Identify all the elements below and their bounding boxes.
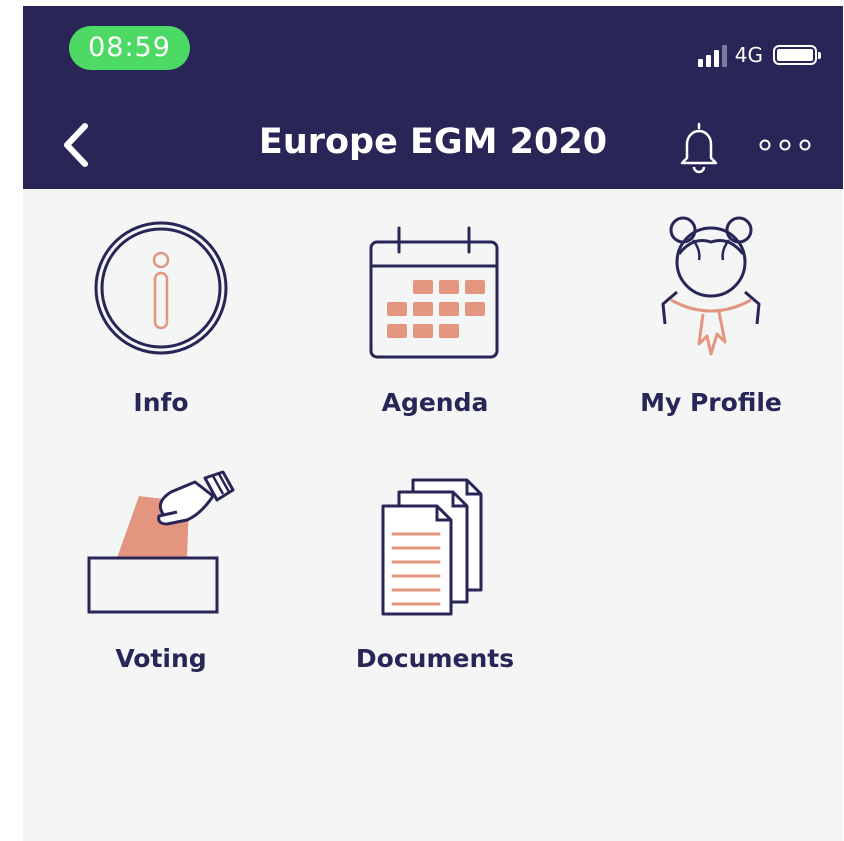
network-type: 4G [734,43,763,67]
signal-icon [697,43,727,67]
calendar-icon [369,226,499,359]
ballot-box-icon [87,470,235,614]
documents-icon [381,478,483,616]
info-icon [94,221,228,355]
menu-item-my-profile[interactable]: My Profile [586,212,836,432]
menu-item-label: Documents [355,644,515,673]
page-title: Europe EGM 2020 [258,122,608,162]
bell-icon [680,122,718,174]
app-screen: 08:59 4G Europe EGM 2020 Info Agenda My … [23,6,843,841]
menu-item-label: My Profile [640,388,782,417]
profile-icon [661,216,761,356]
more-options-button[interactable] [756,130,816,160]
menu-item-label: Voting [115,644,207,673]
top-bar: 08:59 4G Europe EGM 2020 [23,6,843,189]
back-button[interactable] [55,118,99,172]
chevron-left-icon [64,123,88,167]
menu-item-label: Agenda [381,388,489,417]
menu-item-voting[interactable]: Voting [36,466,286,686]
status-time: 08:59 [69,26,190,70]
menu-item-documents[interactable]: Documents [310,466,560,686]
menu-item-info[interactable]: Info [36,212,286,432]
battery-icon [773,45,821,65]
notifications-button[interactable] [675,118,723,174]
menu-item-agenda[interactable]: Agenda [310,212,560,432]
status-indicators: 4G [697,42,821,68]
menu-item-label: Info [133,388,189,417]
more-dots-icon [759,139,811,151]
